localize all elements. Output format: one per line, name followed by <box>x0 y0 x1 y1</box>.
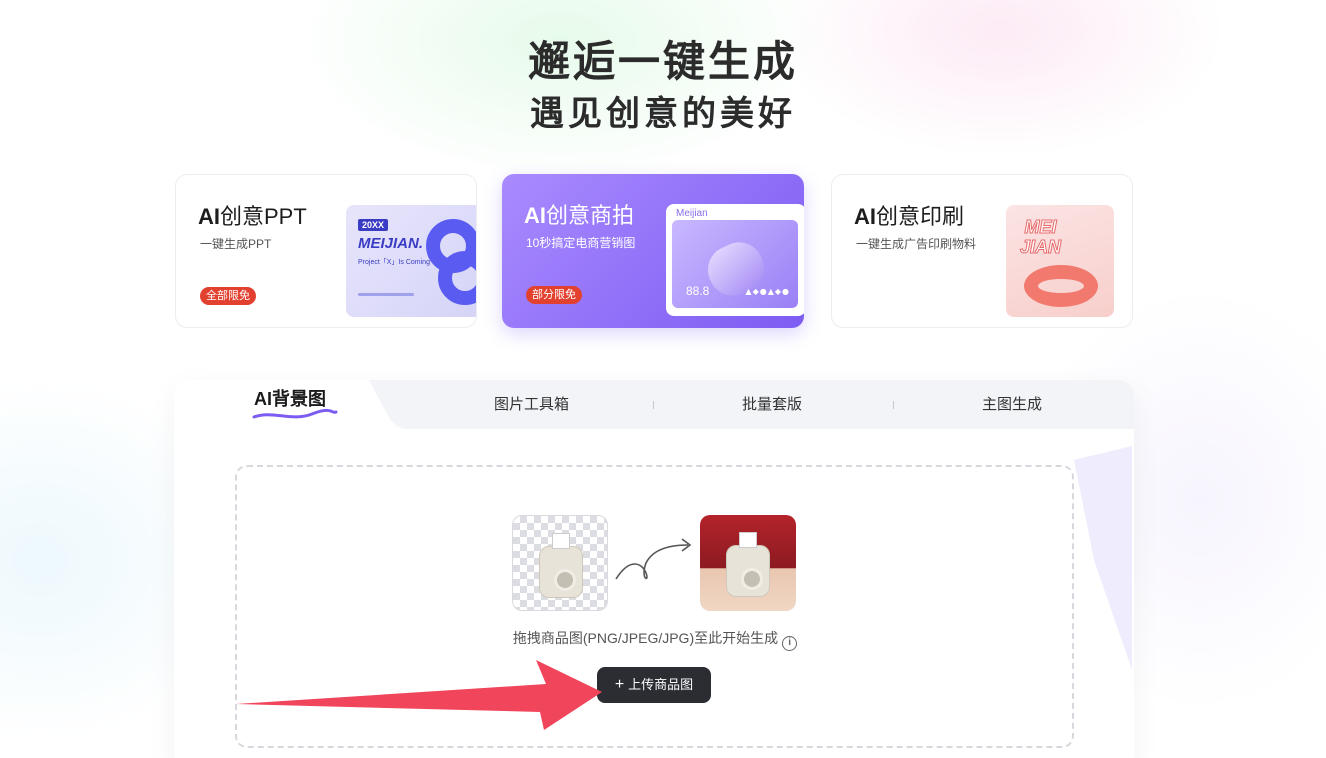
thumb-logo: MEI JIAN <box>1019 217 1062 258</box>
tab-main-image[interactable]: 主图生成 <box>982 393 1042 414</box>
thumb-label: Meijian <box>676 208 708 219</box>
card-title: AI创意商拍 <box>524 203 635 228</box>
card-ai-product-photo[interactable]: AI创意商拍 10秒搞定电商营销图 部分限免 Meijian 88.8 ▲◆●▲… <box>502 174 804 328</box>
tab-separator <box>653 401 654 409</box>
thumb-product-bg: 88.8 ▲◆●▲◆● <box>672 220 798 308</box>
tab-separator <box>893 401 894 409</box>
status-badge: 全部限免 <box>200 287 256 305</box>
card-title: AI创意印刷 <box>854 204 965 229</box>
camera-icon <box>726 532 770 597</box>
example-before-image <box>512 515 608 611</box>
card-thumbnail: MEI JIAN <box>1006 205 1114 317</box>
card-ai-ppt[interactable]: AI创意PPT 一键生成PPT 全部限免 20XX MEIJIAN. Proje… <box>175 174 477 328</box>
card-subtitle: 一键生成广告印刷物料 <box>856 237 977 251</box>
status-badge: 部分限免 <box>526 286 582 304</box>
hero-subtitle: 遇见创意的美好 <box>530 94 796 134</box>
plus-icon: + <box>614 676 625 693</box>
ring-shape <box>438 251 476 305</box>
info-icon[interactable]: i <box>782 636 798 651</box>
thumb-brand: MEIJIAN. <box>358 235 424 252</box>
card-subtitle: 一键生成PPT <box>200 237 272 251</box>
card-title: AI创意PPT <box>198 204 307 229</box>
thumb-shapes: ▲◆●▲◆● <box>745 287 790 296</box>
camera-icon <box>539 533 583 598</box>
annotation-arrow-icon <box>236 660 602 730</box>
thumb-year: 20XX <box>358 219 389 231</box>
donut-shape <box>1024 265 1098 307</box>
transform-arrow-icon <box>615 538 692 580</box>
tab-batch-template[interactable]: 批量套版 <box>742 393 802 414</box>
card-subtitle: 10秒搞定电商营销图 <box>526 236 636 250</box>
example-after-image <box>700 515 796 611</box>
thumb-tagline: Project「X」Is Coming <box>358 259 430 266</box>
card-thumbnail: 20XX MEIJIAN. Project「X」Is Coming <box>346 205 476 317</box>
tab-image-toolbox[interactable]: 图片工具箱 <box>494 393 569 414</box>
hero-title: 邂逅一键生成 <box>527 37 798 86</box>
active-tab-underline <box>252 408 338 419</box>
upload-product-button[interactable]: + 上传商品图 <box>597 667 711 703</box>
thumb-progress-bar <box>358 293 414 296</box>
card-ai-print[interactable]: AI创意印刷 一键生成广告印刷物料 MEI JIAN <box>831 174 1133 328</box>
card-thumbnail: Meijian 88.8 ▲◆●▲◆● <box>666 204 804 316</box>
dropzone-hint: 拖拽商品图(PNG/JPEG/JPG)至此开始生成 i <box>0 628 1310 651</box>
thumb-price: 88.8 <box>686 284 710 298</box>
